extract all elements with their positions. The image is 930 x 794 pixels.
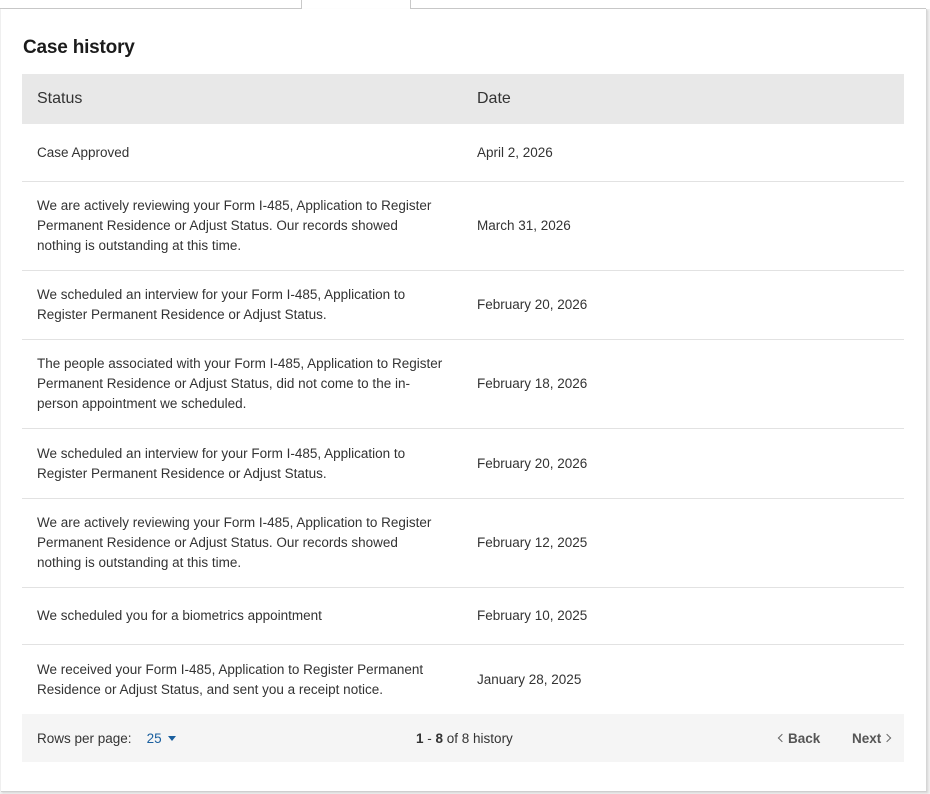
table-row: The people associated with your Form I-4… [22,340,904,429]
tab-border-left [301,0,302,9]
chevron-right-icon [883,733,892,743]
pagination-bar: Rows per page: 25 1 - 8 of 8 history Bac… [22,714,904,762]
next-button[interactable]: Next [852,730,892,746]
table-row: We scheduled you for a biometrics appoin… [22,588,904,645]
date-cell: February 20, 2026 [477,455,588,471]
chevron-left-icon [777,733,787,743]
status-cell: We scheduled you for a biometrics appoin… [37,608,322,623]
status-cell: Case Approved [37,144,130,160]
rows-per-page-select[interactable]: 25 [147,731,176,746]
table-row: Case Approved April 2, 2026 [22,124,904,182]
next-button-label: Next [852,730,882,746]
status-cell: We scheduled an interview for your Form … [37,287,406,322]
rows-per-page-label: Rows per page: [37,730,132,746]
range-total: of 8 history [443,730,513,746]
table-row: We received your Form I-485, Application… [22,645,904,714]
range-separator: - [423,730,436,746]
status-cell: We are actively reviewing your Form I-48… [37,198,432,253]
table-row: We scheduled an interview for your Form … [22,271,904,340]
caret-down-icon [167,735,176,741]
status-column-header: Status [37,90,83,107]
table-header: Status Date [22,74,904,124]
table-row: We are actively reviewing your Form I-48… [22,182,904,271]
table-row: We are actively reviewing your Form I-48… [22,499,904,588]
pagination-range: 1 - 8 of 8 history [416,731,513,746]
case-history-table: Status Date Case Approved April 2, 2026 … [22,74,904,714]
date-column-header: Date [477,90,511,107]
status-cell: We scheduled an interview for your Form … [37,445,406,481]
date-cell: March 31, 2026 [477,218,571,233]
table-row: We scheduled an interview for your Form … [22,429,904,499]
back-button-label: Back [788,730,821,746]
back-button[interactable]: Back [777,730,821,746]
status-cell: We received your Form I-485, Application… [37,661,424,697]
range-start: 1 [416,730,424,746]
tab-strip [0,0,930,9]
date-cell: February 12, 2025 [477,535,588,550]
date-cell: February 10, 2025 [477,608,588,623]
page-title: Case history [23,37,135,58]
date-cell: April 2, 2026 [477,144,553,160]
status-cell: We are actively reviewing your Form I-48… [37,515,432,570]
status-cell: The people associated with your Form I-4… [37,356,443,411]
rows-per-page-value: 25 [146,730,162,746]
date-cell: January 28, 2025 [477,671,582,687]
date-cell: February 20, 2026 [477,297,588,312]
range-end: 8 [435,730,444,746]
date-cell: February 18, 2026 [477,376,588,391]
